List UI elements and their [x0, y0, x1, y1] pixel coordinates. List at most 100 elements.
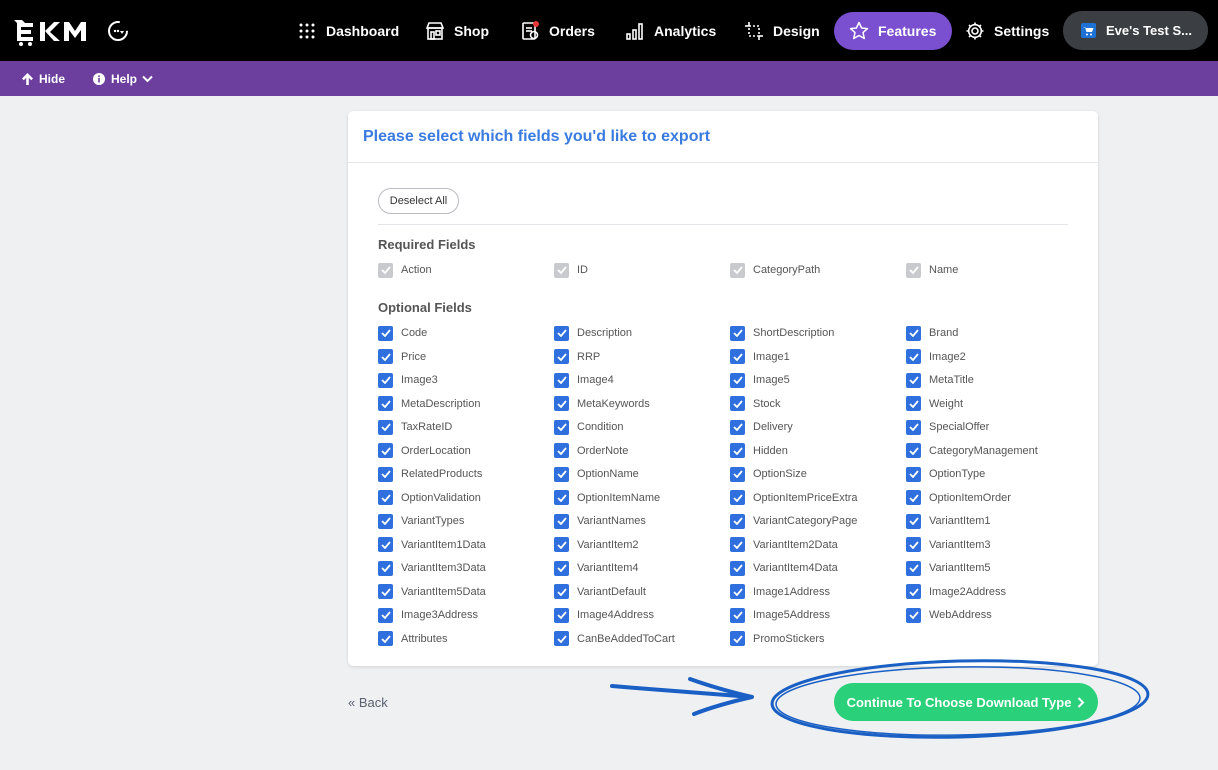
field-category-management[interactable]: CategoryManagement: [906, 443, 1038, 459]
checkbox-checked-icon[interactable]: [554, 584, 569, 599]
nav-dashboard[interactable]: Dashboard: [296, 12, 399, 50]
field-option-validation[interactable]: OptionValidation: [378, 490, 481, 506]
checkbox-checked-icon[interactable]: [906, 490, 921, 505]
ekm-logo[interactable]: [12, 16, 94, 46]
field-option-size[interactable]: OptionSize: [730, 466, 807, 482]
help-dropdown[interactable]: Help: [93, 61, 153, 96]
checkbox-checked-icon[interactable]: [378, 513, 393, 529]
checkbox-checked-icon[interactable]: [554, 631, 569, 646]
checkbox-checked-icon[interactable]: [730, 372, 745, 388]
field-rrp[interactable]: RRP: [554, 349, 600, 365]
field-image4[interactable]: Image4: [554, 372, 614, 388]
checkbox-checked-icon[interactable]: [554, 490, 569, 505]
shop-switcher[interactable]: Eve's Test S...: [1063, 11, 1208, 50]
field-variant-item5[interactable]: VariantItem5: [906, 560, 991, 576]
field-description[interactable]: Description: [554, 325, 632, 341]
field-variant-types[interactable]: VariantTypes: [378, 513, 464, 529]
nav-shop[interactable]: Shop: [424, 12, 489, 50]
field-option-type[interactable]: OptionType: [906, 466, 985, 482]
checkbox-checked-icon[interactable]: [378, 490, 393, 505]
checkbox-checked-icon[interactable]: [906, 419, 921, 435]
checkbox-checked-icon[interactable]: [378, 631, 393, 646]
field-meta-title[interactable]: MetaTitle: [906, 372, 974, 388]
checkbox-checked-icon[interactable]: [906, 466, 921, 482]
field-variant-names[interactable]: VariantNames: [554, 513, 646, 529]
checkbox-checked-icon[interactable]: [906, 607, 921, 623]
nav-orders[interactable]: Orders: [519, 12, 595, 50]
field-variant-item3[interactable]: VariantItem3: [906, 537, 991, 553]
checkbox-checked-icon[interactable]: [906, 443, 921, 458]
field-variant-category-page[interactable]: VariantCategoryPage: [730, 513, 857, 529]
checkbox-checked-icon[interactable]: [554, 560, 569, 576]
field-image3[interactable]: Image3: [378, 372, 438, 388]
checkbox-checked-icon[interactable]: [730, 537, 745, 552]
checkbox-checked-icon[interactable]: [378, 443, 393, 458]
field-option-item-name[interactable]: OptionItemName: [554, 490, 660, 506]
checkbox-checked-icon[interactable]: [730, 490, 745, 505]
deselect-all-button[interactable]: Deselect All: [378, 188, 459, 214]
checkbox-checked-icon[interactable]: [906, 396, 921, 411]
checkbox-checked-icon[interactable]: [554, 349, 569, 364]
nav-analytics[interactable]: Analytics: [624, 12, 716, 50]
checkbox-checked-icon[interactable]: [554, 466, 569, 482]
field-web-address[interactable]: WebAddress: [906, 607, 992, 623]
checkbox-checked-icon[interactable]: [730, 560, 745, 576]
checkbox-checked-icon[interactable]: [378, 607, 393, 623]
field-special-offer[interactable]: SpecialOffer: [906, 419, 989, 435]
back-link[interactable]: « Back: [348, 695, 388, 710]
checkbox-checked-icon[interactable]: [906, 372, 921, 388]
checkbox-checked-icon[interactable]: [554, 419, 569, 435]
checkbox-checked-icon[interactable]: [730, 419, 745, 435]
refresh-icon[interactable]: [106, 19, 130, 48]
checkbox-checked-icon[interactable]: [906, 584, 921, 599]
field-price[interactable]: Price: [378, 349, 426, 365]
nav-settings[interactable]: Settings: [964, 12, 1049, 50]
checkbox-checked-icon[interactable]: [730, 584, 745, 599]
field-meta-description[interactable]: MetaDescription: [378, 396, 480, 412]
hide-button[interactable]: Hide: [22, 61, 65, 96]
checkbox-checked-icon[interactable]: [554, 325, 569, 341]
checkbox-checked-icon[interactable]: [730, 513, 745, 529]
field-variant-default[interactable]: VariantDefault: [554, 584, 646, 600]
checkbox-checked-icon[interactable]: [554, 443, 569, 458]
checkbox-checked-icon[interactable]: [378, 584, 393, 599]
checkbox-checked-icon[interactable]: [730, 396, 745, 411]
field-image5-address[interactable]: Image5Address: [730, 607, 830, 623]
field-related-products[interactable]: RelatedProducts: [378, 466, 482, 482]
field-image4-address[interactable]: Image4Address: [554, 607, 654, 623]
checkbox-checked-icon[interactable]: [554, 513, 569, 529]
field-hidden[interactable]: Hidden: [730, 443, 788, 459]
field-variant-item4[interactable]: VariantItem4: [554, 560, 639, 576]
field-image1-address[interactable]: Image1Address: [730, 584, 830, 600]
checkbox-checked-icon[interactable]: [730, 325, 745, 341]
field-image2-address[interactable]: Image2Address: [906, 584, 1006, 600]
field-variant-item5-data[interactable]: VariantItem5Data: [378, 584, 486, 600]
checkbox-checked-icon[interactable]: [906, 537, 921, 552]
field-brand[interactable]: Brand: [906, 325, 958, 341]
field-variant-item2[interactable]: VariantItem2: [554, 537, 639, 553]
checkbox-checked-icon[interactable]: [378, 537, 393, 552]
field-meta-keywords[interactable]: MetaKeywords: [554, 396, 650, 412]
field-option-item-price-extra[interactable]: OptionItemPriceExtra: [730, 490, 858, 506]
field-promo-stickers[interactable]: PromoStickers: [730, 631, 825, 647]
field-variant-item3-data[interactable]: VariantItem3Data: [378, 560, 486, 576]
field-image5[interactable]: Image5: [730, 372, 790, 388]
checkbox-checked-icon[interactable]: [378, 560, 393, 576]
field-delivery[interactable]: Delivery: [730, 419, 793, 435]
checkbox-checked-icon[interactable]: [378, 466, 393, 482]
field-condition[interactable]: Condition: [554, 419, 623, 435]
checkbox-checked-icon[interactable]: [730, 466, 745, 482]
field-variant-item1[interactable]: VariantItem1: [906, 513, 991, 529]
field-variant-item1-data[interactable]: VariantItem1Data: [378, 537, 486, 553]
checkbox-checked-icon[interactable]: [906, 349, 921, 364]
checkbox-checked-icon[interactable]: [554, 372, 569, 388]
checkbox-checked-icon[interactable]: [906, 560, 921, 576]
checkbox-checked-icon[interactable]: [906, 513, 921, 529]
checkbox-checked-icon[interactable]: [378, 349, 393, 364]
field-can-be-added-to-cart[interactable]: CanBeAddedToCart: [554, 631, 675, 647]
checkbox-checked-icon[interactable]: [378, 396, 393, 411]
field-stock[interactable]: Stock: [730, 396, 781, 412]
continue-button[interactable]: Continue To Choose Download Type: [834, 683, 1098, 721]
field-code[interactable]: Code: [378, 325, 427, 341]
checkbox-checked-icon[interactable]: [554, 537, 569, 552]
